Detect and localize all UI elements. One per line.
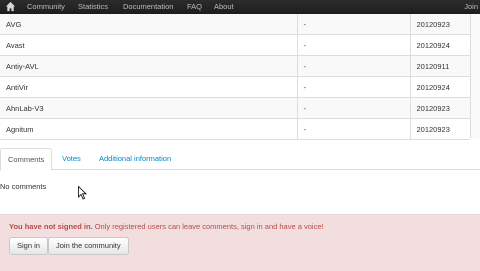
detection-result: - — [296, 118, 410, 140]
antivirus-name: Agnitum — [0, 118, 297, 140]
signin-alert-message: You have not signed in. Only registered … — [9, 222, 324, 231]
table-row: AntiVir - 20120924 — [0, 76, 470, 98]
update-date: 20120924 — [409, 76, 470, 98]
nav-community[interactable]: Community — [27, 1, 65, 12]
antivirus-name: AhnLab-V3 — [0, 97, 297, 119]
tab-comments[interactable]: Comments — [0, 148, 53, 171]
update-date: 20120923 — [409, 97, 470, 119]
join-community-button[interactable]: Join the community — [48, 237, 129, 255]
home-icon[interactable] — [5, 1, 16, 12]
update-date: 20120924 — [409, 34, 470, 56]
nav-faq[interactable]: FAQ — [187, 1, 202, 12]
update-date: 20120923 — [409, 14, 470, 35]
nav-join[interactable]: Join — [464, 1, 478, 12]
table-right-edge — [470, 14, 480, 138]
nav-statistics[interactable]: Statistics — [78, 1, 108, 12]
detection-result: - — [296, 97, 410, 119]
antivirus-name: AntiVir — [0, 76, 297, 98]
comment-tabs: Comments Votes Additional information — [0, 148, 480, 171]
table-row: AhnLab-V3 - 20120923 — [0, 97, 470, 119]
nav-documentation[interactable]: Documentation — [123, 1, 173, 12]
detection-result: - — [296, 14, 410, 35]
table-row: Agnitum - 20120923 — [0, 118, 470, 140]
antivirus-name: Avast — [0, 34, 297, 56]
tab-additional-information[interactable]: Additional information — [99, 148, 171, 169]
antivirus-results-table: AVG - 20120923 Avast - 20120924 Antiy-AV… — [0, 14, 470, 140]
update-date: 20120923 — [409, 118, 470, 140]
detection-result: - — [296, 55, 410, 77]
update-date: 20120911 — [409, 55, 470, 77]
detection-result: - — [296, 76, 410, 98]
antivirus-name: Antiy-AVL — [0, 55, 297, 77]
alert-bold-text: You have not signed in. — [9, 222, 93, 231]
sign-in-button[interactable]: Sign in — [9, 237, 48, 255]
antivirus-name: AVG — [0, 14, 297, 35]
table-row: Antiy-AVL - 20120911 — [0, 55, 470, 77]
nav-about[interactable]: About — [214, 1, 234, 12]
detection-result: - — [296, 34, 410, 56]
top-navbar: Community Statistics Documentation FAQ A… — [0, 0, 480, 15]
alert-text: Only registered users can leave comments… — [92, 222, 324, 231]
tab-votes[interactable]: Votes — [62, 148, 81, 169]
no-comments-text: No comments — [0, 182, 47, 191]
mouse-cursor-icon — [78, 186, 87, 200]
table-row: AVG - 20120923 — [0, 14, 470, 35]
table-row: Avast - 20120924 — [0, 34, 470, 56]
